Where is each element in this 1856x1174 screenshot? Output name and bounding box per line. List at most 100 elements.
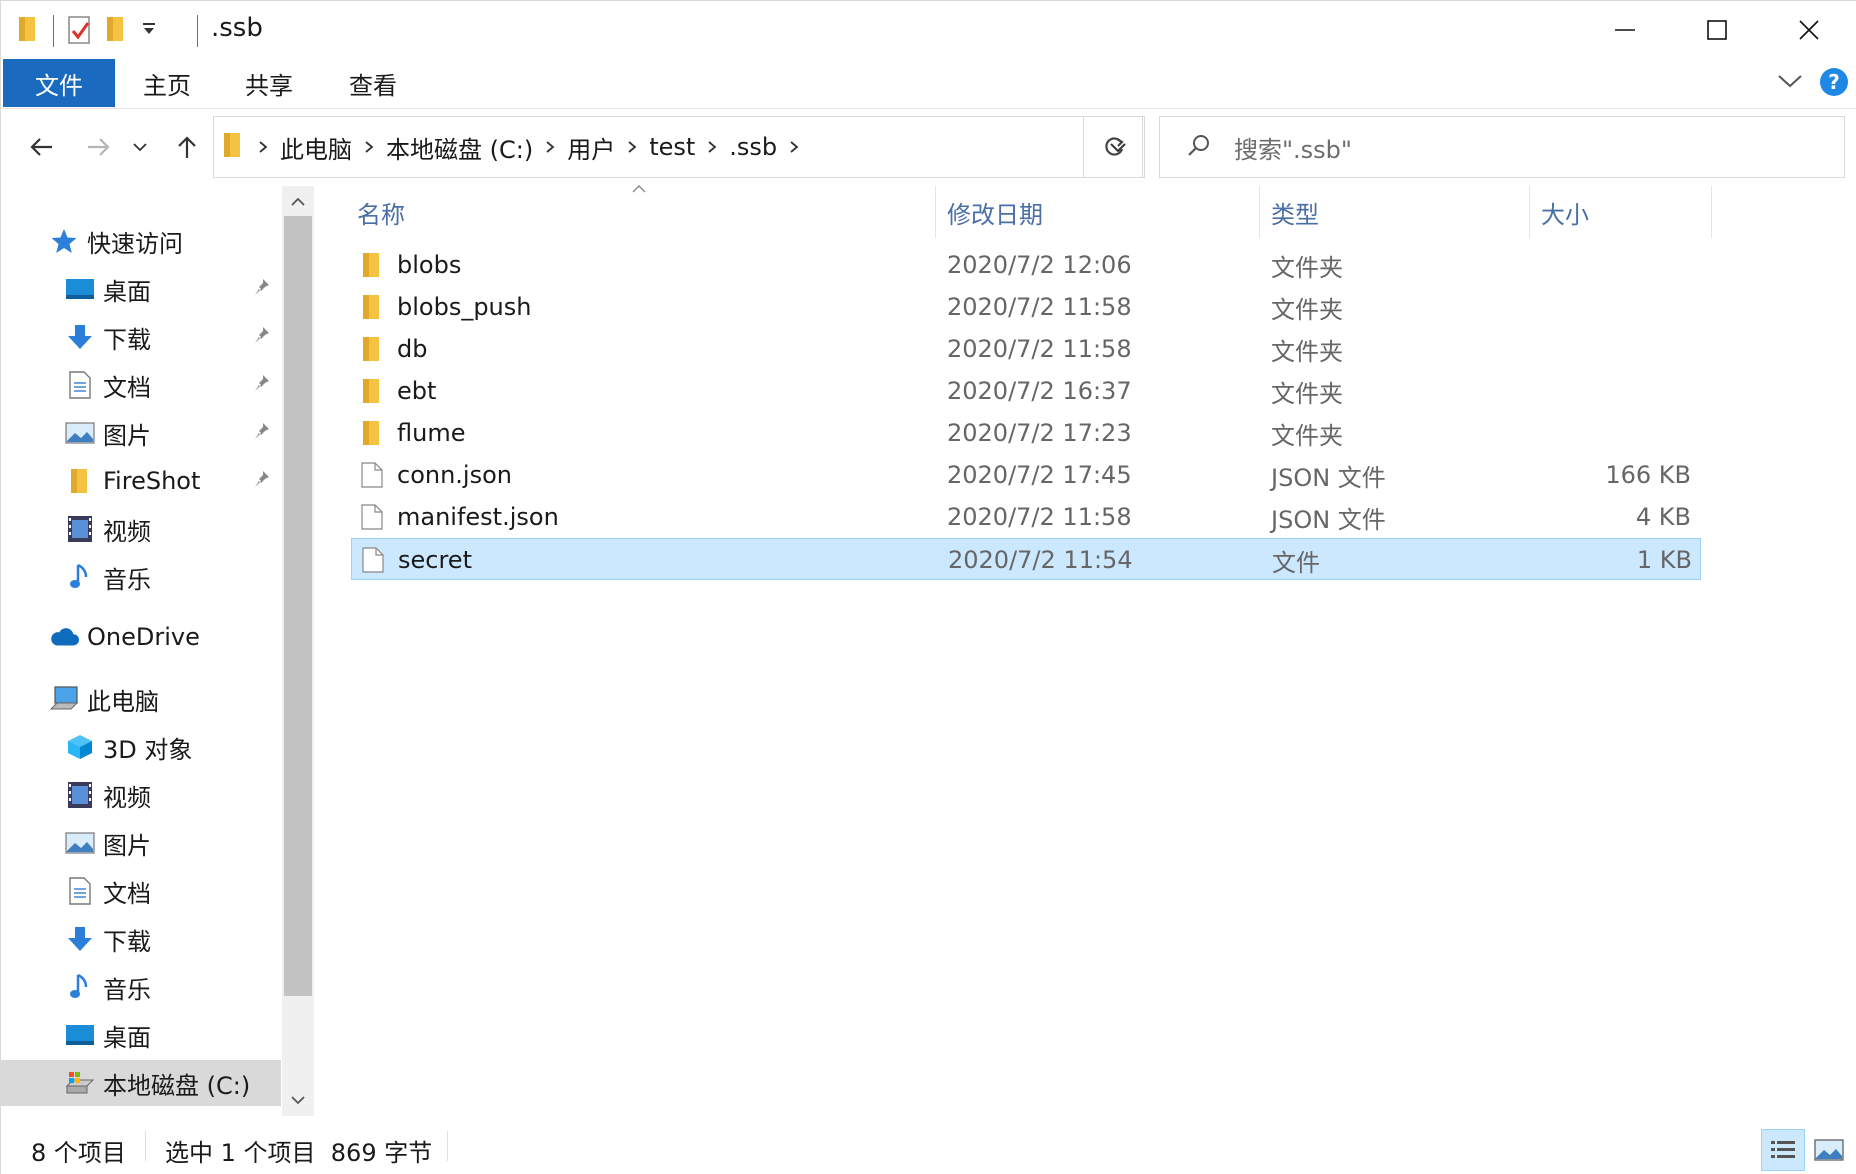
- customize-toolbar-icon[interactable]: [139, 19, 159, 43]
- video-icon: [65, 780, 95, 810]
- file-type: 文件夹: [1271, 421, 1343, 450]
- title-bar: .ssb: [1, 1, 1856, 59]
- sidebar-item-documents-pc[interactable]: 文档: [1, 868, 281, 914]
- sidebar-item-pictures[interactable]: 图片: [1, 410, 281, 456]
- chevron-right-icon[interactable]: [623, 138, 641, 156]
- 3d-objects-icon: [65, 732, 95, 762]
- sidebar-item-music-pc[interactable]: 音乐: [1, 964, 281, 1010]
- sidebar-item-desktop[interactable]: 桌面: [1, 266, 281, 312]
- scroll-up-icon[interactable]: [290, 194, 306, 213]
- close-icon: [1799, 20, 1819, 40]
- file-modified: 2020/7/2 11:58: [947, 335, 1132, 363]
- sidebar-item-downloads-pc[interactable]: 下载: [1, 916, 281, 962]
- expand-ribbon-icon[interactable]: [1777, 71, 1803, 95]
- sidebar-item-this-pc[interactable]: 此电脑: [1, 676, 281, 722]
- pin-icon[interactable]: [253, 419, 273, 447]
- column-header-name[interactable]: 名称: [357, 186, 817, 238]
- sidebar-item-documents[interactable]: 文档: [1, 362, 281, 408]
- table-row[interactable]: db 2020/7/2 11:58 文件夹: [351, 328, 1701, 370]
- breadcrumb-local-disk[interactable]: 本地磁盘 (C:): [378, 130, 541, 165]
- file-list: 名称 修改日期 类型 大小 blobs 2020/7/2 12:06 文件夹 blob…: [341, 185, 1841, 1116]
- large-icons-view-button[interactable]: [1807, 1129, 1851, 1171]
- pin-icon[interactable]: [253, 371, 273, 399]
- chevron-right-icon[interactable]: [254, 138, 272, 156]
- table-row[interactable]: flume 2020/7/2 17:23 文件夹: [351, 412, 1701, 454]
- new-folder-icon[interactable]: [105, 15, 127, 47]
- refresh-icon: [1105, 137, 1124, 156]
- tab-home[interactable]: 主页: [127, 59, 207, 107]
- back-button[interactable]: [21, 127, 61, 167]
- arrow-up-icon: [178, 136, 196, 158]
- ribbon: 文件 主页 共享 查看 ?: [1, 59, 1856, 109]
- scrollbar-thumb[interactable]: [284, 216, 312, 996]
- computer-icon: [49, 684, 79, 714]
- help-icon[interactable]: ?: [1819, 67, 1849, 101]
- table-row[interactable]: blobs 2020/7/2 12:06 文件夹: [351, 244, 1701, 286]
- maximize-button[interactable]: [1671, 1, 1763, 59]
- close-button[interactable]: [1763, 1, 1855, 59]
- tab-share[interactable]: 共享: [229, 59, 309, 107]
- recent-locations-button[interactable]: [127, 127, 153, 167]
- tab-file[interactable]: 文件: [3, 59, 115, 107]
- properties-icon[interactable]: [67, 15, 93, 49]
- table-row[interactable]: ebt 2020/7/2 16:37 文件夹: [351, 370, 1701, 412]
- forward-button[interactable]: [79, 127, 119, 167]
- tab-view[interactable]: 查看: [333, 59, 413, 107]
- folder-icon: [361, 420, 387, 446]
- breadcrumb-ssb[interactable]: .ssb: [721, 133, 785, 161]
- sidebar-item-fireshot[interactable]: FireShot: [1, 458, 281, 504]
- search-box[interactable]: 搜索".ssb": [1159, 116, 1845, 178]
- sidebar-scrollbar[interactable]: [282, 186, 314, 1116]
- file-modified: 2020/7/2 17:45: [947, 461, 1132, 489]
- column-header-type[interactable]: 类型: [1271, 186, 1531, 238]
- pin-icon[interactable]: [253, 275, 273, 303]
- scroll-down-icon[interactable]: [290, 1092, 306, 1111]
- sidebar-item-videos[interactable]: 视频: [1, 506, 281, 552]
- breadcrumb-users[interactable]: 用户: [559, 130, 623, 165]
- folder-icon: [65, 466, 95, 496]
- sidebar-item-3d-objects[interactable]: 3D 对象: [1, 724, 281, 770]
- sidebar-item-pictures-pc[interactable]: 图片: [1, 820, 281, 866]
- document-icon: [65, 876, 95, 906]
- search-icon: [1186, 132, 1212, 162]
- refresh-button[interactable]: [1083, 116, 1145, 178]
- desktop-icon: [65, 274, 95, 304]
- minimize-button[interactable]: [1579, 1, 1671, 59]
- file-modified: 2020/7/2 12:06: [947, 251, 1132, 279]
- file-name: ebt: [397, 377, 437, 405]
- sidebar-item-music[interactable]: 音乐: [1, 554, 281, 600]
- address-bar[interactable]: 此电脑 本地磁盘 (C:) 用户 test .ssb: [213, 116, 1143, 178]
- search-input[interactable]: 搜索".ssb": [1234, 130, 1352, 165]
- folder-icon: [361, 336, 387, 362]
- sidebar-item-videos-pc[interactable]: 视频: [1, 772, 281, 818]
- pin-icon[interactable]: [253, 323, 273, 351]
- chevron-right-icon[interactable]: [541, 138, 559, 156]
- details-view-button[interactable]: [1761, 1129, 1805, 1171]
- column-header-size[interactable]: 大小: [1541, 186, 1701, 238]
- file-name: blobs: [397, 251, 462, 279]
- breadcrumb-this-pc[interactable]: 此电脑: [272, 130, 360, 165]
- table-row[interactable]: conn.json 2020/7/2 17:45 JSON 文件 166 KB: [351, 454, 1701, 496]
- folder-icon: [361, 252, 387, 278]
- table-row[interactable]: manifest.json 2020/7/2 11:58 JSON 文件 4 KB: [351, 496, 1701, 538]
- sidebar-item-quick-access[interactable]: 快速访问: [1, 218, 281, 264]
- chevron-right-icon[interactable]: [360, 138, 378, 156]
- chevron-right-icon[interactable]: [703, 138, 721, 156]
- sidebar-item-desktop-pc[interactable]: 桌面: [1, 1012, 281, 1058]
- chevron-right-icon[interactable]: [785, 138, 803, 156]
- file-type: 文件夹: [1271, 379, 1343, 408]
- music-icon: [65, 562, 95, 592]
- table-row[interactable]: secret 2020/7/2 11:54 文件 1 KB: [351, 538, 1701, 580]
- table-row[interactable]: blobs_push 2020/7/2 11:58 文件夹: [351, 286, 1701, 328]
- music-icon: [65, 972, 95, 1002]
- sidebar-item-downloads[interactable]: 下载: [1, 314, 281, 360]
- pin-icon[interactable]: [253, 467, 273, 495]
- column-header-modified[interactable]: 修改日期: [947, 186, 1247, 238]
- sidebar-item-local-disk[interactable]: 本地磁盘 (C:): [1, 1060, 281, 1106]
- maximize-icon: [1707, 20, 1727, 40]
- up-button[interactable]: [167, 127, 207, 167]
- sidebar-item-onedrive[interactable]: OneDrive: [1, 614, 281, 660]
- breadcrumb-test[interactable]: test: [641, 133, 703, 161]
- file-name: secret: [398, 546, 472, 574]
- file-type: 文件夹: [1271, 337, 1343, 366]
